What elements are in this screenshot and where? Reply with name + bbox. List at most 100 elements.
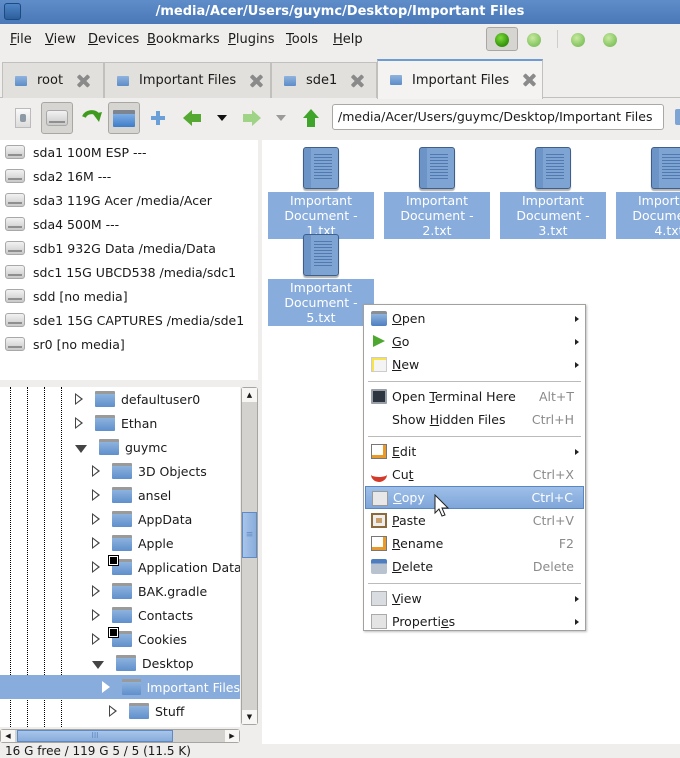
menu-tools[interactable]: Tools xyxy=(286,32,318,47)
pane-splitter[interactable] xyxy=(0,380,258,387)
forward-history-button[interactable] xyxy=(265,102,297,134)
panel-4-indicator-icon[interactable] xyxy=(603,33,617,47)
collapsed-arrow-icon[interactable] xyxy=(92,609,100,621)
config-button[interactable] xyxy=(7,102,39,134)
tree-node[interactable]: Important Files xyxy=(0,675,240,699)
menu-item-edit[interactable]: Edit xyxy=(365,440,584,463)
menu-item-delete[interactable]: Delete Delete xyxy=(365,555,584,578)
menu-view[interactable]: View xyxy=(45,32,76,47)
panel-2-indicator-icon[interactable] xyxy=(527,33,541,47)
menu-item-cut[interactable]: Cut Ctrl+X xyxy=(365,463,584,486)
devices-toggle-button[interactable] xyxy=(41,102,73,134)
menu-plugins[interactable]: Plugins xyxy=(228,32,275,47)
menu-item-paste[interactable]: Paste Ctrl+V xyxy=(365,509,584,532)
menu-devices[interactable]: Devices xyxy=(88,32,139,47)
menu-item-view[interactable]: View xyxy=(365,587,584,610)
collapsed-arrow-icon[interactable] xyxy=(92,633,100,645)
collapsed-arrow-icon[interactable] xyxy=(92,537,100,549)
menu-item-properties[interactable]: Properties xyxy=(365,610,584,633)
file-item[interactable]: Important Document - 1.txt xyxy=(268,140,374,239)
status-bar: 16 G free / 119 G 5 / 5 (11.5 K) xyxy=(5,744,191,758)
symlink-icon xyxy=(108,555,119,566)
scroll-right-icon[interactable]: ▶ xyxy=(225,730,239,742)
tree-node[interactable]: defaultuser0 xyxy=(75,387,200,411)
device-item[interactable]: sdc1 15G UBCD538 /media/sdc1 xyxy=(5,261,236,283)
device-item[interactable]: sda2 16M --- xyxy=(5,165,111,187)
tab-important-files-1[interactable]: Important Files xyxy=(104,62,271,98)
expanded-arrow-icon[interactable] xyxy=(75,444,87,453)
collapsed-arrow-icon[interactable] xyxy=(109,705,117,717)
collapsed-arrow-icon[interactable] xyxy=(75,393,83,405)
tree-node[interactable]: BAK.gradle xyxy=(92,579,207,603)
back-button[interactable] xyxy=(176,102,208,134)
menu-bookmarks[interactable]: Bookmarks xyxy=(147,32,220,47)
folder-icon xyxy=(112,511,132,527)
back-history-button[interactable] xyxy=(206,102,238,134)
collapsed-arrow-icon[interactable] xyxy=(92,489,100,501)
tab-sde1[interactable]: sde1 xyxy=(271,62,377,98)
file-item[interactable]: Important Document - 3.txt xyxy=(500,140,606,239)
menu-item-rename[interactable]: Rename F2 xyxy=(365,532,584,555)
tree-node[interactable]: Ethan xyxy=(75,411,157,435)
app-icon[interactable] xyxy=(4,3,21,20)
up-button[interactable] xyxy=(295,102,327,134)
collapsed-arrow-icon[interactable] xyxy=(92,561,100,573)
new-tab-button[interactable] xyxy=(142,102,174,134)
scroll-left-icon[interactable]: ◀ xyxy=(1,730,15,742)
refresh-button[interactable] xyxy=(76,102,108,134)
tree-horizontal-scrollbar[interactable]: ◀ III ▶ xyxy=(0,729,240,743)
file-item[interactable]: Important Document - 5.txt xyxy=(268,227,374,326)
device-item[interactable]: sdd [no media] xyxy=(5,285,128,307)
panel-3-indicator-icon[interactable] xyxy=(571,33,585,47)
file-item[interactable]: ImportantDocument - 4.txt xyxy=(616,140,680,239)
tab-root[interactable]: root xyxy=(2,62,104,98)
device-item[interactable]: sr0 [no media] xyxy=(5,333,125,355)
tree-node[interactable]: ansel xyxy=(92,483,171,507)
tree-node[interactable]: Desktop xyxy=(92,651,194,675)
folder-icon xyxy=(113,109,135,127)
menu-file[interactable]: File xyxy=(10,32,32,47)
menu-item-open[interactable]: Open xyxy=(365,307,584,330)
menu-item-go[interactable]: Go xyxy=(365,330,584,353)
scroll-down-icon[interactable]: ▼ xyxy=(242,710,257,724)
tree-node[interactable]: guymc xyxy=(75,435,167,459)
menu-help[interactable]: Help xyxy=(333,32,363,47)
path-bar-icon[interactable] xyxy=(675,109,680,125)
file-item[interactable]: Important Document - 2.txt xyxy=(384,140,490,239)
path-input[interactable]: /media/Acer/Users/guymc/Desktop/Importan… xyxy=(332,104,664,130)
collapsed-arrow-icon[interactable] xyxy=(101,681,110,693)
tree-node[interactable]: 3D Objects xyxy=(92,459,207,483)
menu-item-new[interactable]: New xyxy=(365,353,584,376)
scroll-thumb[interactable]: III xyxy=(17,730,173,742)
device-item[interactable]: sda3 119G Acer /media/Acer xyxy=(5,189,212,211)
device-item[interactable]: sde1 15G CAPTURES /media/sde1 xyxy=(5,309,244,331)
tree-node[interactable]: Stuff xyxy=(109,699,184,723)
collapsed-arrow-icon[interactable] xyxy=(75,417,83,429)
tree-node[interactable]: Contacts xyxy=(92,603,193,627)
menu-item-open-terminal-here[interactable]: Open Terminal Here Alt+T xyxy=(365,385,584,408)
collapsed-arrow-icon[interactable] xyxy=(92,513,100,525)
forward-button[interactable] xyxy=(236,102,268,134)
tab-important-files-active[interactable]: Important Files xyxy=(377,59,543,99)
submenu-arrow-icon xyxy=(575,595,579,602)
close-tab-icon[interactable] xyxy=(521,72,537,88)
tree-node[interactable]: AppData xyxy=(92,507,192,531)
tree-vertical-scrollbar[interactable]: ▲ ≡ ▼ xyxy=(241,387,258,725)
device-item[interactable]: sda1 100M ESP --- xyxy=(5,141,147,163)
tree-node[interactable]: Cookies xyxy=(92,627,187,651)
expanded-arrow-icon[interactable] xyxy=(92,660,104,669)
collapsed-arrow-icon[interactable] xyxy=(92,465,100,477)
menu-item-show-hidden-files[interactable]: Show Hidden Files Ctrl+H xyxy=(365,408,584,431)
tree-node[interactable]: Apple xyxy=(92,531,174,555)
menu-item-copy[interactable]: Copy Ctrl+C xyxy=(365,486,584,509)
close-tab-icon[interactable] xyxy=(349,73,365,89)
close-tab-icon[interactable] xyxy=(75,73,91,89)
close-tab-icon[interactable] xyxy=(248,73,264,89)
dual-pane-button[interactable] xyxy=(108,102,140,134)
collapsed-arrow-icon[interactable] xyxy=(92,585,100,597)
scroll-up-icon[interactable]: ▲ xyxy=(242,388,257,402)
scroll-thumb[interactable]: ≡ xyxy=(242,512,257,558)
device-item[interactable]: sdb1 932G Data /media/Data xyxy=(5,237,216,259)
tree-node[interactable]: Application Data xyxy=(92,555,240,579)
device-item[interactable]: sda4 500M --- xyxy=(5,213,119,235)
